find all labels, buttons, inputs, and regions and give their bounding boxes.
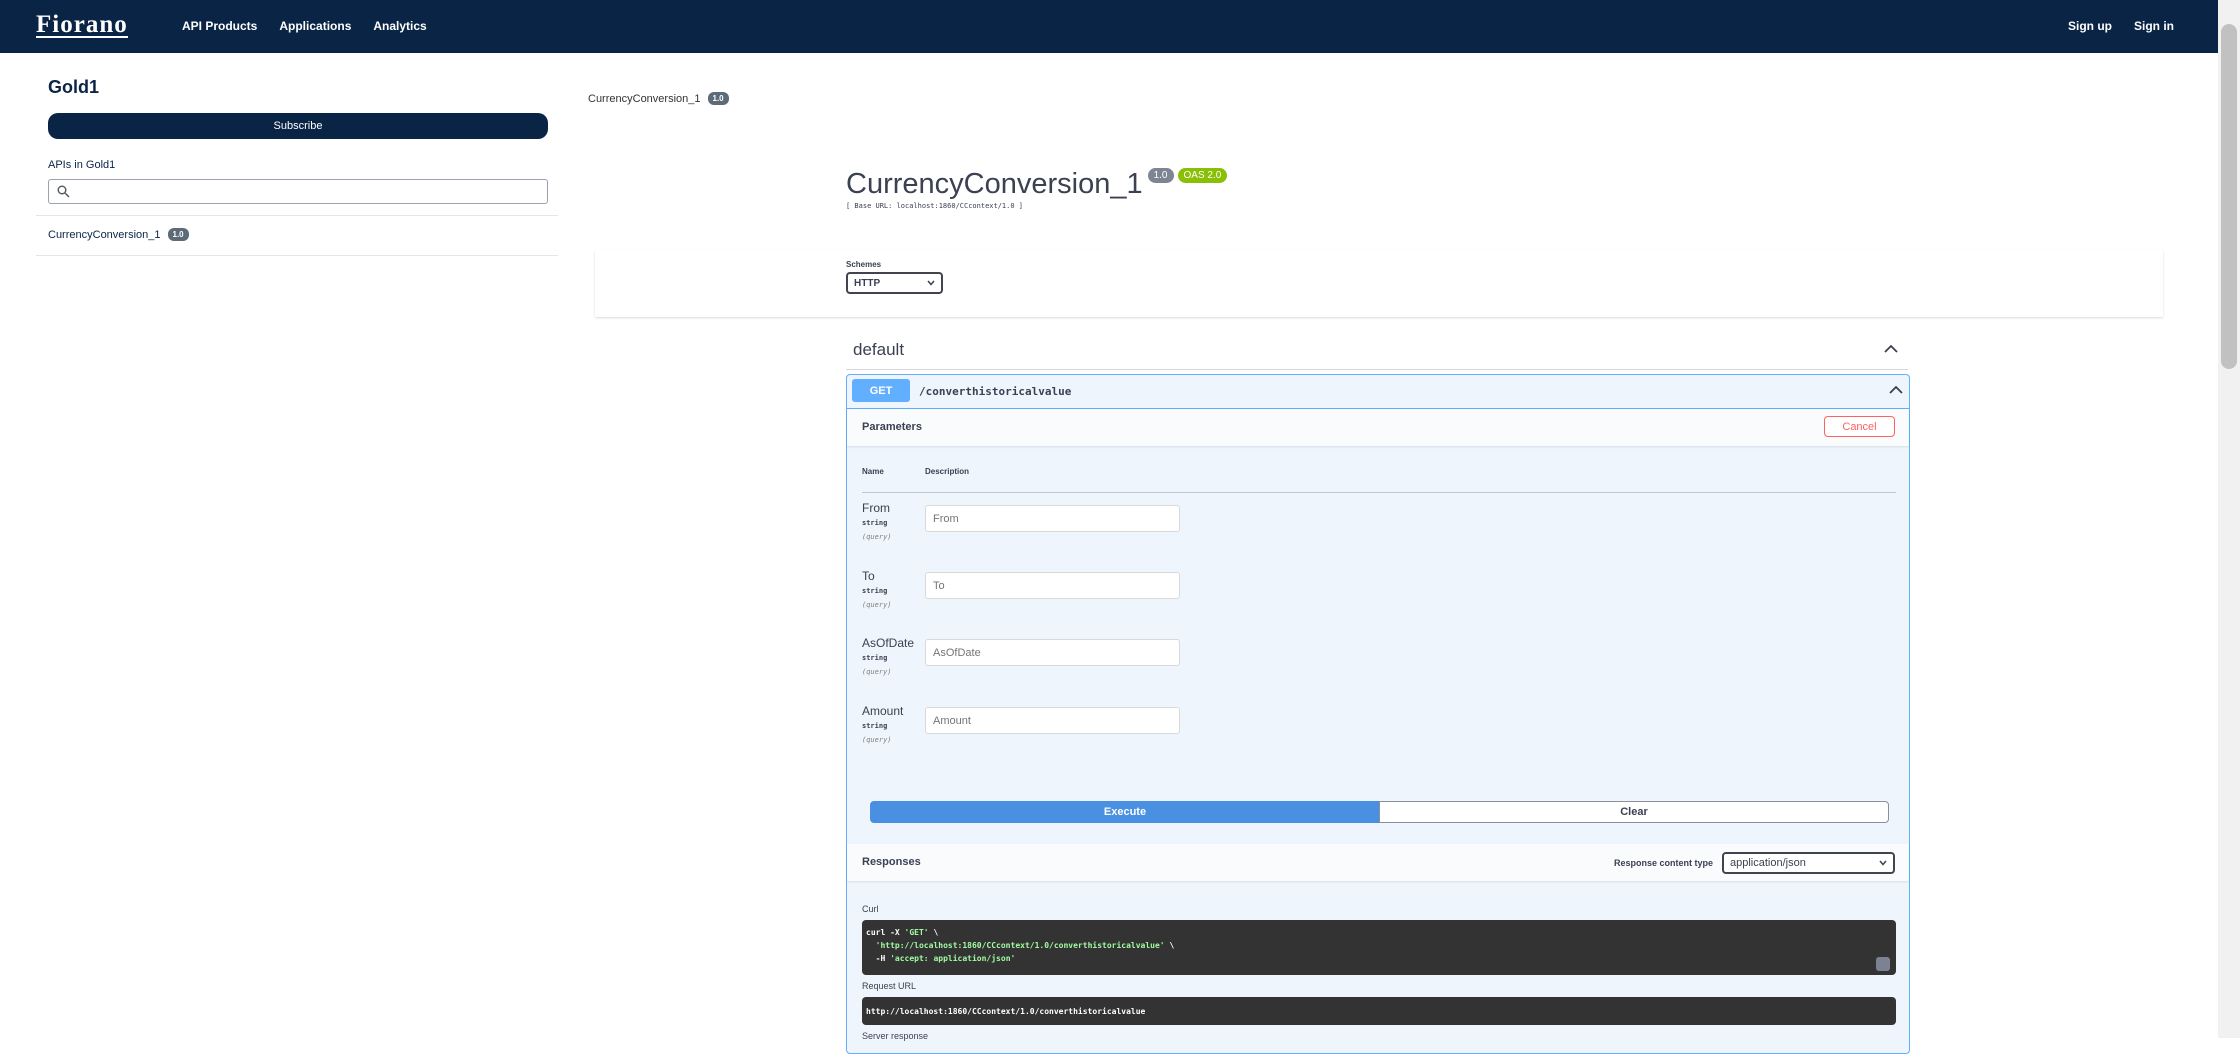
server-response-label: Server response xyxy=(862,1031,929,1041)
scrollbar-thumb[interactable] xyxy=(2221,24,2237,369)
execute-button[interactable]: Execute xyxy=(870,801,1380,823)
param-location: (query) xyxy=(862,668,892,676)
param-location: (query) xyxy=(862,736,892,744)
plan-title: Gold1 xyxy=(48,77,100,97)
sidebar-divider xyxy=(36,255,558,256)
column-header-name: Name xyxy=(862,467,884,476)
asofdate-input[interactable] xyxy=(925,639,1180,666)
auth-links: Sign up Sign in xyxy=(2046,19,2174,33)
top-navbar: Fiorano API Products Applications Analyt… xyxy=(0,0,2218,53)
page-scrollbar[interactable] xyxy=(2218,0,2240,1038)
base-url: [ Base URL: localhost:1860/CCcontext/1.0… xyxy=(846,202,1024,210)
param-type: string xyxy=(862,587,888,595)
operation-block: GET /converthistoricalvalue Parameters C… xyxy=(846,374,1910,1054)
fiorano-logo[interactable]: Fiorano xyxy=(36,12,128,38)
schemes-label: Schemes xyxy=(846,260,882,269)
param-type: string xyxy=(862,654,888,662)
nav-analytics[interactable]: Analytics xyxy=(373,19,426,33)
version-badge: 1.0 xyxy=(167,228,189,241)
from-input[interactable] xyxy=(925,505,1180,532)
amount-input[interactable] xyxy=(925,707,1180,734)
curl-code-block: curl -X 'GET' \ 'http://localhost:1860/C… xyxy=(862,920,1896,975)
api-item-name: CurrencyConversion_1 xyxy=(48,228,161,241)
response-content-type-value: application/json xyxy=(1730,857,1806,869)
api-version-badge: 1.0 xyxy=(1147,168,1174,183)
responses-label: Responses xyxy=(862,856,921,868)
param-amount: Amount string (query) xyxy=(862,704,903,744)
to-input[interactable] xyxy=(925,572,1180,599)
response-content-type-label: Response content type xyxy=(1613,858,1713,868)
table-divider xyxy=(862,492,1896,493)
param-asofdate: AsOfDate string (query) xyxy=(862,636,914,676)
clear-button[interactable]: Clear xyxy=(1379,801,1889,823)
parameters-label: Parameters xyxy=(862,421,922,433)
param-name: From xyxy=(862,501,890,515)
curl-text: \ xyxy=(1164,941,1175,950)
apis-in-plan-label: APIs in Gold1 xyxy=(48,159,116,171)
curl-label: Curl xyxy=(862,904,879,914)
copy-icon[interactable] xyxy=(1876,957,1890,971)
curl-string: 'GET' xyxy=(904,928,929,937)
curl-string: 'accept: application/json' xyxy=(890,954,1016,963)
api-title-text: CurrencyConversion_1 xyxy=(846,168,1143,200)
schemes-select[interactable]: HTTP xyxy=(846,272,943,294)
nav-api-products[interactable]: API Products xyxy=(182,19,257,33)
param-name: Amount xyxy=(862,704,904,718)
operation-summary[interactable]: GET /converthistoricalvalue xyxy=(847,375,1909,409)
http-method-badge: GET xyxy=(852,379,910,402)
chevron-down-icon xyxy=(927,280,935,286)
sidebar-divider xyxy=(36,215,558,216)
schemes-container xyxy=(595,250,2163,317)
api-search-input[interactable] xyxy=(48,179,548,204)
request-url-label: Request URL xyxy=(862,981,917,991)
param-type: string xyxy=(862,519,888,527)
chevron-up-icon[interactable] xyxy=(1889,385,1903,394)
param-location: (query) xyxy=(862,601,892,609)
operation-path: /converthistoricalvalue xyxy=(919,385,1072,398)
sign-in-link[interactable]: Sign in xyxy=(2134,19,2174,33)
version-badge: 1.0 xyxy=(707,92,729,105)
breadcrumb-api-name[interactable]: CurrencyConversion_1 xyxy=(588,93,701,105)
param-name: To xyxy=(862,569,875,583)
curl-text: curl -X xyxy=(866,928,905,937)
column-header-description: Description xyxy=(925,467,970,476)
request-url-block: http://localhost:1860/CCcontext/1.0/conv… xyxy=(862,997,1896,1025)
param-to: To string (query) xyxy=(862,569,892,609)
subscribe-button[interactable]: Subscribe xyxy=(48,113,548,139)
nav-applications[interactable]: Applications xyxy=(279,19,351,33)
param-location: (query) xyxy=(862,533,892,541)
cancel-button[interactable]: Cancel xyxy=(1824,416,1895,437)
parameters-header: Parameters Cancel xyxy=(847,409,1909,446)
sign-up-link[interactable]: Sign up xyxy=(2068,19,2112,33)
oas-version-badge: OAS 2.0 xyxy=(1177,168,1228,183)
curl-text: -H xyxy=(866,954,891,963)
search-icon xyxy=(57,185,70,198)
param-name: AsOfDate xyxy=(862,636,915,650)
tag-default[interactable]: default xyxy=(846,332,1908,370)
curl-string: 'http://localhost:1860/CCcontext/1.0/con… xyxy=(875,941,1165,950)
breadcrumb: CurrencyConversion_1 1.0 xyxy=(588,92,729,105)
api-title: CurrencyConversion_1 1.0 OAS 2.0 xyxy=(846,168,1228,201)
schemes-selected-value: HTTP xyxy=(854,277,881,289)
responses-header: Responses Response content type applicat… xyxy=(847,844,1909,881)
main-nav: API Products Applications Analytics xyxy=(182,19,449,33)
tag-name: default xyxy=(853,340,905,359)
param-type: string xyxy=(862,722,888,730)
sidebar-api-item[interactable]: CurrencyConversion_1 1.0 xyxy=(48,228,189,241)
chevron-up-icon[interactable] xyxy=(1884,344,1898,353)
chevron-down-icon xyxy=(1879,860,1887,866)
curl-text xyxy=(866,941,876,950)
param-from: From string (query) xyxy=(862,501,892,541)
response-content-type-select[interactable]: application/json xyxy=(1722,852,1895,874)
curl-text: \ xyxy=(928,928,939,937)
